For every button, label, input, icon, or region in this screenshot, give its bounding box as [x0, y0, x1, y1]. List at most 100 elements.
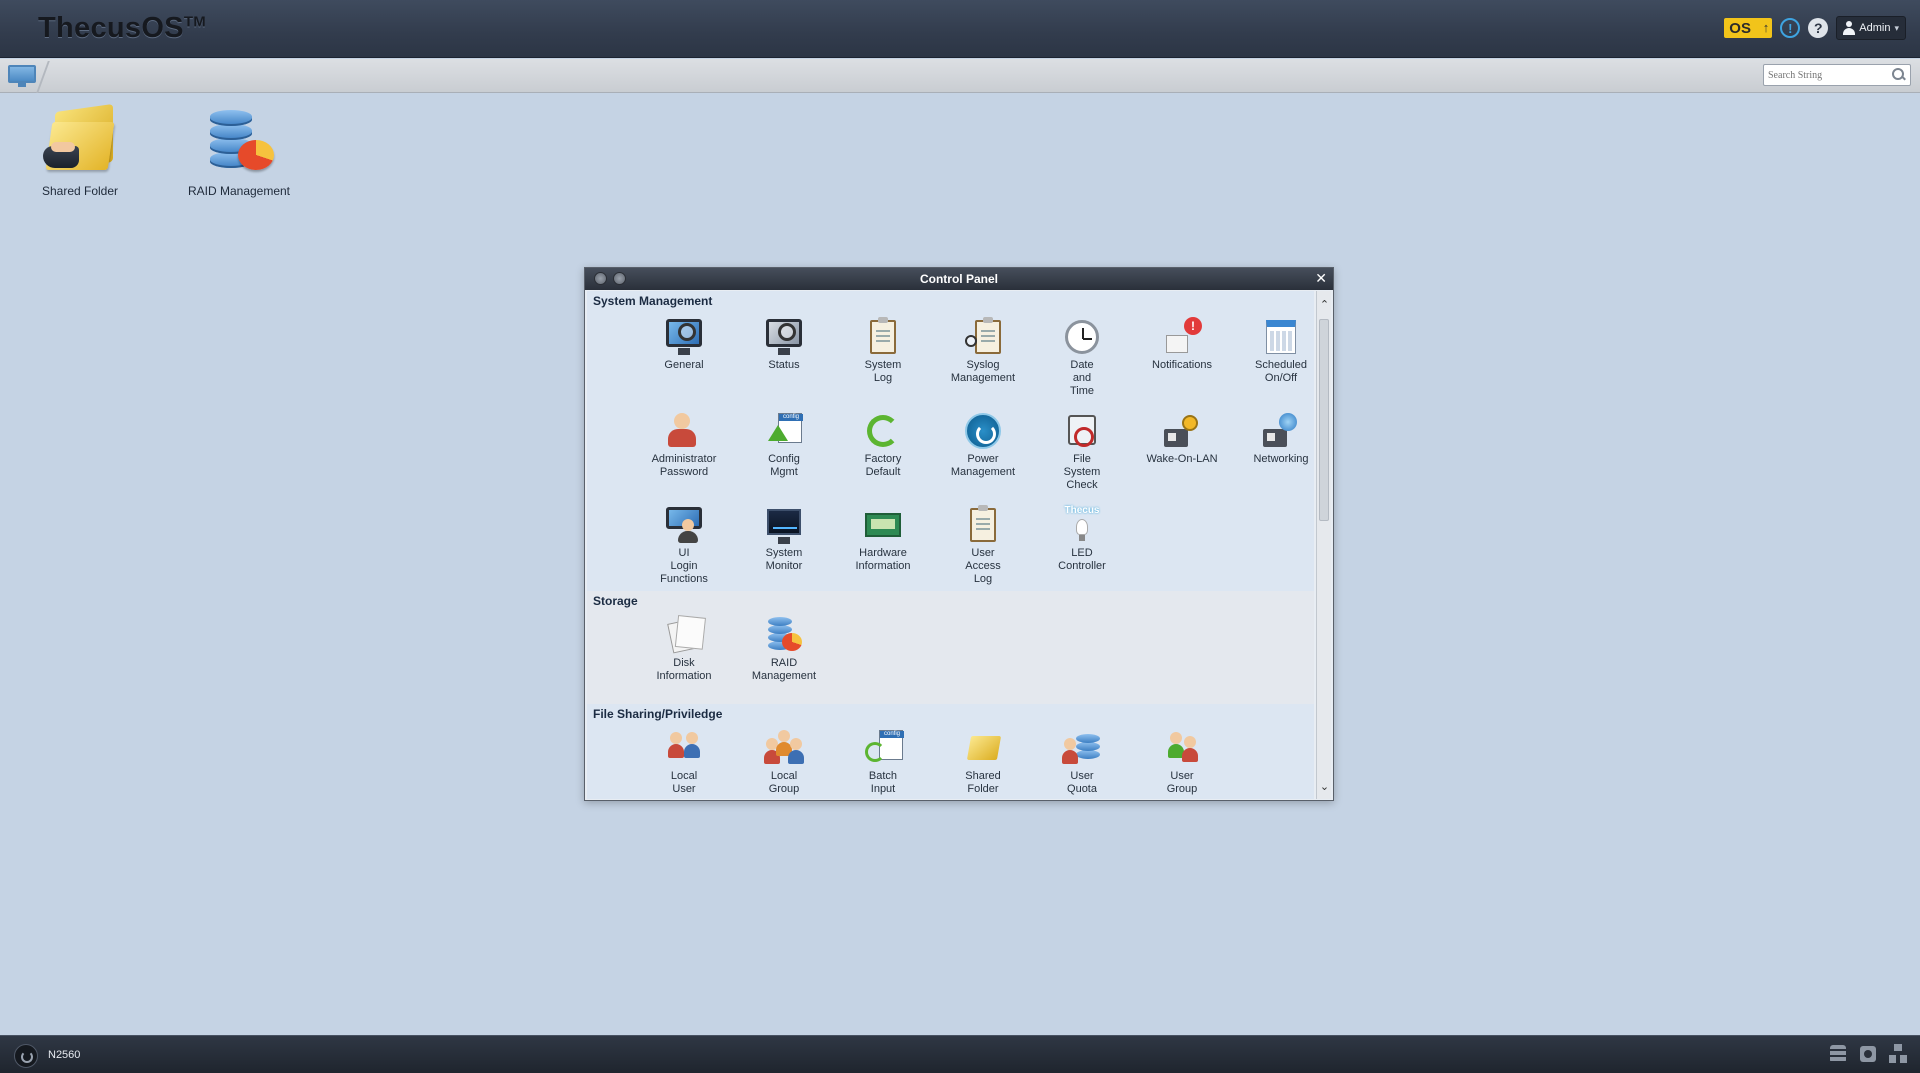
cp-item-label: UI Login Functions — [660, 547, 708, 585]
cp-item-led-controller[interactable]: Thecus LED Controller — [1037, 505, 1127, 573]
cp-item-config-mgmt[interactable]: Config Mgmt — [739, 411, 829, 479]
hardware-information-icon — [863, 505, 903, 545]
cp-item-scheduled-onoff[interactable]: Scheduled On/Off — [1236, 317, 1314, 385]
info-icon[interactable]: ! — [1780, 18, 1801, 38]
cp-item-label: Hardware Information — [855, 547, 911, 572]
admin-menu[interactable]: Admin ▾ — [1836, 16, 1906, 40]
cp-item-file-system-check[interactable]: File System Check — [1037, 411, 1127, 492]
cp-item-label: Config Mgmt — [768, 453, 800, 478]
scroll-up-icon[interactable]: ⌃ — [1317, 297, 1332, 313]
cp-item-label: General — [664, 359, 704, 371]
cp-item-label: Power Management — [950, 453, 1016, 478]
user-icon — [1843, 21, 1856, 35]
os-update-icon: ↑ — [1762, 20, 1770, 35]
cp-item-label: Disk Information — [656, 657, 712, 682]
power-icon[interactable] — [14, 1044, 38, 1068]
file-system-check-icon — [1062, 411, 1102, 451]
network-icon[interactable] — [1888, 1044, 1908, 1064]
scheduled-onoff-icon — [1261, 317, 1301, 357]
cp-item-label: User Access Log — [965, 547, 1001, 585]
cp-item-label: User Group — [1166, 770, 1198, 795]
section-storage: Storage Disk Information RAID Management — [587, 591, 1314, 704]
help-icon[interactable]: ? — [1808, 18, 1829, 38]
desktop-shortcut-raid-management[interactable]: RAID Management — [179, 106, 299, 198]
cp-item-user-access-log[interactable]: User Access Log — [938, 505, 1028, 586]
cp-item-system-log[interactable]: System Log — [838, 317, 928, 385]
user-group-icon — [1162, 728, 1202, 768]
toolbar-divider — [36, 61, 50, 93]
control-panel-window: Control Panel ✕ System Management Genera… — [584, 267, 1334, 801]
cp-item-factory-default[interactable]: Factory Default — [838, 411, 928, 479]
local-group-icon — [764, 728, 804, 768]
cp-item-administrator-password[interactable]: Administrator Password — [639, 411, 729, 479]
cp-item-power-management[interactable]: Power Management — [938, 411, 1028, 479]
section-system-management: System Management General Status System … — [587, 291, 1314, 591]
cp-item-wake-on-lan[interactable]: Wake-On-LAN — [1137, 411, 1227, 466]
top-header: ThecusOSTM OS ↑ ! ? Admin ▾ — [0, 0, 1920, 58]
thecus-logo: Thecus — [1064, 505, 1100, 516]
cp-item-label: Administrator Password — [651, 453, 717, 478]
desktop-shortcut-shared-folder[interactable]: Shared Folder — [20, 103, 140, 198]
close-icon[interactable]: ✕ — [1315, 270, 1327, 287]
vertical-scrollbar[interactable]: ⌃ ⌄ — [1316, 291, 1331, 799]
date-time-icon — [1062, 317, 1102, 357]
taskbar: N2560 — [0, 1035, 1920, 1073]
cp-item-user-quota[interactable]: User Quota — [1037, 728, 1127, 796]
disk-information-icon — [664, 615, 704, 655]
wake-on-lan-icon — [1162, 411, 1202, 451]
database-icon[interactable] — [1828, 1044, 1848, 1064]
user-access-log-icon — [963, 505, 1003, 545]
config-mgmt-icon — [764, 411, 804, 451]
cp-item-general[interactable]: General — [639, 317, 729, 372]
cp-item-label: System Log — [864, 359, 902, 384]
general-icon — [664, 317, 704, 357]
raid-management-icon — [764, 615, 804, 655]
cp-item-status[interactable]: Status — [739, 317, 829, 372]
local-user-icon — [664, 728, 704, 768]
cp-item-disk-information[interactable]: Disk Information — [639, 615, 729, 683]
cp-item-ui-login-functions[interactable]: UI Login Functions — [639, 505, 729, 586]
cp-item-label: Status — [768, 359, 800, 371]
cp-item-user-group[interactable]: User Group — [1137, 728, 1227, 796]
raid-management-icon — [200, 106, 278, 178]
search-icon[interactable] — [1892, 68, 1906, 82]
cp-item-syslog-management[interactable]: Syslog Management — [938, 317, 1028, 385]
cp-item-local-user[interactable]: Local User — [639, 728, 729, 796]
cp-item-batch-input[interactable]: Batch Input — [838, 728, 928, 796]
search-box — [1763, 64, 1911, 86]
cp-item-raid-management[interactable]: RAID Management — [739, 615, 829, 683]
scroll-down-icon[interactable]: ⌄ — [1317, 779, 1332, 795]
batch-input-icon — [863, 728, 904, 768]
cp-item-notifications[interactable]: ! Notifications — [1137, 317, 1227, 372]
cp-item-date-time[interactable]: Date and Time — [1037, 317, 1127, 398]
show-desktop-button[interactable] — [6, 61, 50, 93]
window-titlebar[interactable]: Control Panel ✕ — [585, 268, 1333, 290]
desktop-icon — [8, 65, 36, 83]
ui-login-functions-icon — [664, 505, 704, 545]
cp-item-label: User Quota — [1067, 770, 1097, 795]
cp-item-local-group[interactable]: Local Group — [739, 728, 829, 796]
cp-item-label: Local Group — [768, 770, 800, 795]
cp-item-label: Syslog Management — [950, 359, 1016, 384]
system-tray — [1828, 1044, 1908, 1064]
networking-icon — [1261, 411, 1301, 451]
cp-item-label: Batch Input — [868, 770, 898, 795]
user-quota-icon — [1062, 728, 1102, 768]
factory-default-icon — [863, 411, 903, 451]
syslog-management-icon — [963, 317, 1003, 357]
cp-item-label: RAID Management — [751, 657, 817, 682]
cp-item-hardware-information[interactable]: Hardware Information — [838, 505, 928, 573]
search-input[interactable] — [1764, 65, 1884, 86]
cp-item-label: File System Check — [1063, 453, 1101, 491]
scrollbar-thumb[interactable] — [1319, 319, 1329, 521]
section-file-sharing: File Sharing/Priviledge Local User Local… — [587, 704, 1314, 799]
cp-item-system-monitor[interactable]: System Monitor — [739, 505, 829, 573]
cp-item-label: Date and Time — [1069, 359, 1095, 397]
disk-icon[interactable] — [1858, 1044, 1878, 1064]
admin-label: Admin — [1859, 22, 1891, 34]
cp-item-shared-folder[interactable]: Shared Folder — [938, 728, 1028, 796]
control-panel-body: System Management General Status System … — [587, 291, 1314, 799]
os-update-button[interactable]: OS ↑ — [1724, 18, 1773, 38]
desktop-icon-stand — [18, 83, 26, 87]
cp-item-networking[interactable]: Networking — [1236, 411, 1314, 466]
